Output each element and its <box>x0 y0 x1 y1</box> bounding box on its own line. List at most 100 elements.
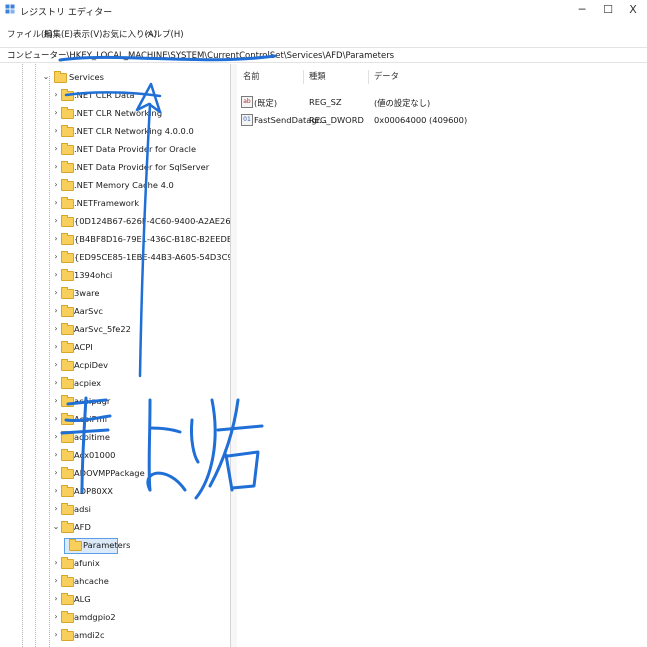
chevron-right-icon[interactable]: › <box>52 216 60 225</box>
chevron-right-icon[interactable]: › <box>52 504 60 513</box>
maximize-button[interactable]: ☐ <box>595 2 621 18</box>
chevron-right-icon[interactable]: › <box>52 414 60 423</box>
tree-item[interactable]: › .NET CLR Networking <box>52 105 222 123</box>
chevron-right-icon[interactable]: › <box>52 630 60 639</box>
address-bar[interactable]: コンピューター\HKEY_LOCAL_MACHINE\SYSTEM\Curren… <box>0 47 647 63</box>
chevron-right-icon[interactable]: › <box>52 198 60 207</box>
chevron-right-icon[interactable]: › <box>52 288 60 297</box>
title-bar: レジストリ エディター ─ ☐ X <box>0 0 647 22</box>
tree-item[interactable]: › .NET CLR Data <box>52 87 222 105</box>
tree-item[interactable]: › ALG <box>52 591 222 609</box>
chevron-right-icon[interactable]: › <box>52 108 60 117</box>
chevron-right-icon[interactable]: › <box>52 342 60 351</box>
tree-item[interactable]: › acpitime <box>52 429 222 447</box>
menu-help[interactable]: ヘルプ(H) <box>145 28 184 40</box>
chevron-right-icon[interactable]: › <box>52 486 60 495</box>
folder-icon <box>61 593 74 605</box>
chevron-right-icon[interactable]: › <box>52 360 60 369</box>
tree-item[interactable]: › amdgpio2 <box>52 609 222 627</box>
folder-icon <box>69 539 82 551</box>
tree-item-label: Acx01000 <box>74 450 116 460</box>
tree-item[interactable]: › ahcache <box>52 573 222 591</box>
folder-icon <box>61 161 74 173</box>
tree-item[interactable]: › AarSvc <box>52 303 222 321</box>
chevron-right-icon[interactable]: › <box>52 558 60 567</box>
tree-item-label: {0D124B67-626F-4C60-9400-A2AE26A1F7EE} <box>74 216 230 226</box>
column-divider[interactable] <box>303 70 304 84</box>
minimize-button[interactable]: ─ <box>569 2 595 18</box>
tree-item[interactable]: › ADP80XX <box>52 483 222 501</box>
tree-item[interactable]: › acpipagr <box>52 393 222 411</box>
chevron-right-icon[interactable]: › <box>52 396 60 405</box>
tree-item-label: AcpiPmi <box>74 414 108 424</box>
tree-item[interactable]: › AcpiPmi <box>52 411 222 429</box>
tree-item-services[interactable]: ⌄ Services <box>40 69 220 87</box>
chevron-right-icon[interactable]: › <box>52 576 60 585</box>
chevron-right-icon[interactable]: › <box>52 252 60 261</box>
tree-item[interactable]: › {0D124B67-626F-4C60-9400-A2AE26A1F7EE} <box>52 213 230 231</box>
tree-item-label: ADP80XX <box>74 486 113 496</box>
tree-item[interactable]: › 3ware <box>52 285 222 303</box>
value-row[interactable]: 01 FastSendDatagr... REG_DWORD 0x0006400… <box>237 112 647 129</box>
chevron-right-icon[interactable]: › <box>52 234 60 243</box>
menu-view[interactable]: 表示(V) <box>73 28 102 40</box>
tree-item[interactable]: › ADOVMPPackage <box>52 465 222 483</box>
tree-item[interactable]: › .NET Memory Cache 4.0 <box>52 177 222 195</box>
value-data: (値の設定なし) <box>374 98 431 108</box>
chevron-right-icon[interactable]: › <box>52 306 60 315</box>
tree-item[interactable]: › Acx01000 <box>52 447 222 465</box>
tree-item-parameters-selected[interactable]: Parameters <box>64 538 131 554</box>
folder-icon <box>61 287 74 299</box>
chevron-right-icon[interactable]: › <box>52 594 60 603</box>
tree-scrollbar[interactable] <box>230 64 237 647</box>
column-header-type[interactable]: 種類 <box>309 70 326 82</box>
chevron-down-icon[interactable]: ⌄ <box>42 72 50 81</box>
tree-item[interactable]: ⌄ AFD <box>52 519 222 537</box>
column-header-data[interactable]: データ <box>374 70 399 82</box>
chevron-right-icon[interactable]: › <box>52 432 60 441</box>
tree-item-label: .NET CLR Networking 4.0.0.0 <box>74 126 194 136</box>
chevron-right-icon[interactable]: › <box>52 144 60 153</box>
column-divider[interactable] <box>368 70 369 84</box>
folder-icon <box>61 575 74 587</box>
tree-item[interactable]: › amdi2c <box>52 627 222 645</box>
tree-item[interactable]: › .NET Data Provider for Oracle <box>52 141 222 159</box>
chevron-right-icon[interactable]: › <box>52 612 60 621</box>
tree-item[interactable]: › {ED95CE85-1EBE-44B3-A605-54D3C993574C} <box>52 249 230 267</box>
chevron-right-icon[interactable]: › <box>52 324 60 333</box>
chevron-right-icon[interactable]: › <box>52 162 60 171</box>
column-header-name[interactable]: 名前 <box>243 70 260 82</box>
value-row[interactable]: ab (既定) REG_SZ (値の設定なし) <box>237 94 647 111</box>
chevron-right-icon[interactable]: › <box>52 450 60 459</box>
chevron-down-icon[interactable]: ⌄ <box>52 522 60 531</box>
tree-item[interactable]: › 1394ohci <box>52 267 222 285</box>
tree-item[interactable]: › {B4BF8D16-79E1-436C-B18C-B2EEDB3C139A} <box>52 231 230 249</box>
tree-item-label: Services <box>69 72 104 82</box>
tree-item-label: .NET Data Provider for Oracle <box>74 144 197 154</box>
tree-item-label: AFD <box>74 522 91 532</box>
tree-item-label: {B4BF8D16-79E1-436C-B18C-B2EEDB3C139A} <box>74 234 230 244</box>
tree-item[interactable]: › ACPI <box>52 339 222 357</box>
chevron-right-icon[interactable]: › <box>52 270 60 279</box>
tree-item[interactable]: › .NET Data Provider for SqlServer <box>52 159 222 177</box>
tree-item[interactable]: › afunix <box>52 555 222 573</box>
close-button[interactable]: X <box>620 2 646 18</box>
tree-item[interactable]: › AarSvc_5fe22 <box>52 321 222 339</box>
tree-item[interactable]: › adsi <box>52 501 222 519</box>
tree-item[interactable]: › AcpiDev <box>52 357 222 375</box>
tree-guide-line <box>22 64 23 647</box>
tree-item-label: acpipagr <box>74 396 111 406</box>
menu-edit[interactable]: 編集(E) <box>44 28 73 40</box>
chevron-right-icon[interactable]: › <box>52 126 60 135</box>
address-path[interactable]: コンピューター\HKEY_LOCAL_MACHINE\SYSTEM\Curren… <box>7 49 394 61</box>
folder-icon <box>61 233 74 245</box>
tree-item[interactable]: › acpiex <box>52 375 222 393</box>
chevron-right-icon[interactable]: › <box>52 90 60 99</box>
chevron-right-icon[interactable]: › <box>52 180 60 189</box>
value-list[interactable]: 名前 種類 データ ab (既定) REG_SZ (値の設定なし) 01 Fas… <box>237 64 647 647</box>
tree-item[interactable]: › .NET CLR Networking 4.0.0.0 <box>52 123 222 141</box>
key-tree[interactable]: ⌄ Services › .NET CLR Data › .NET CLR Netwo… <box>0 64 230 647</box>
chevron-right-icon[interactable]: › <box>52 378 60 387</box>
chevron-right-icon[interactable]: › <box>52 468 60 477</box>
tree-item[interactable]: › .NETFramework <box>52 195 222 213</box>
